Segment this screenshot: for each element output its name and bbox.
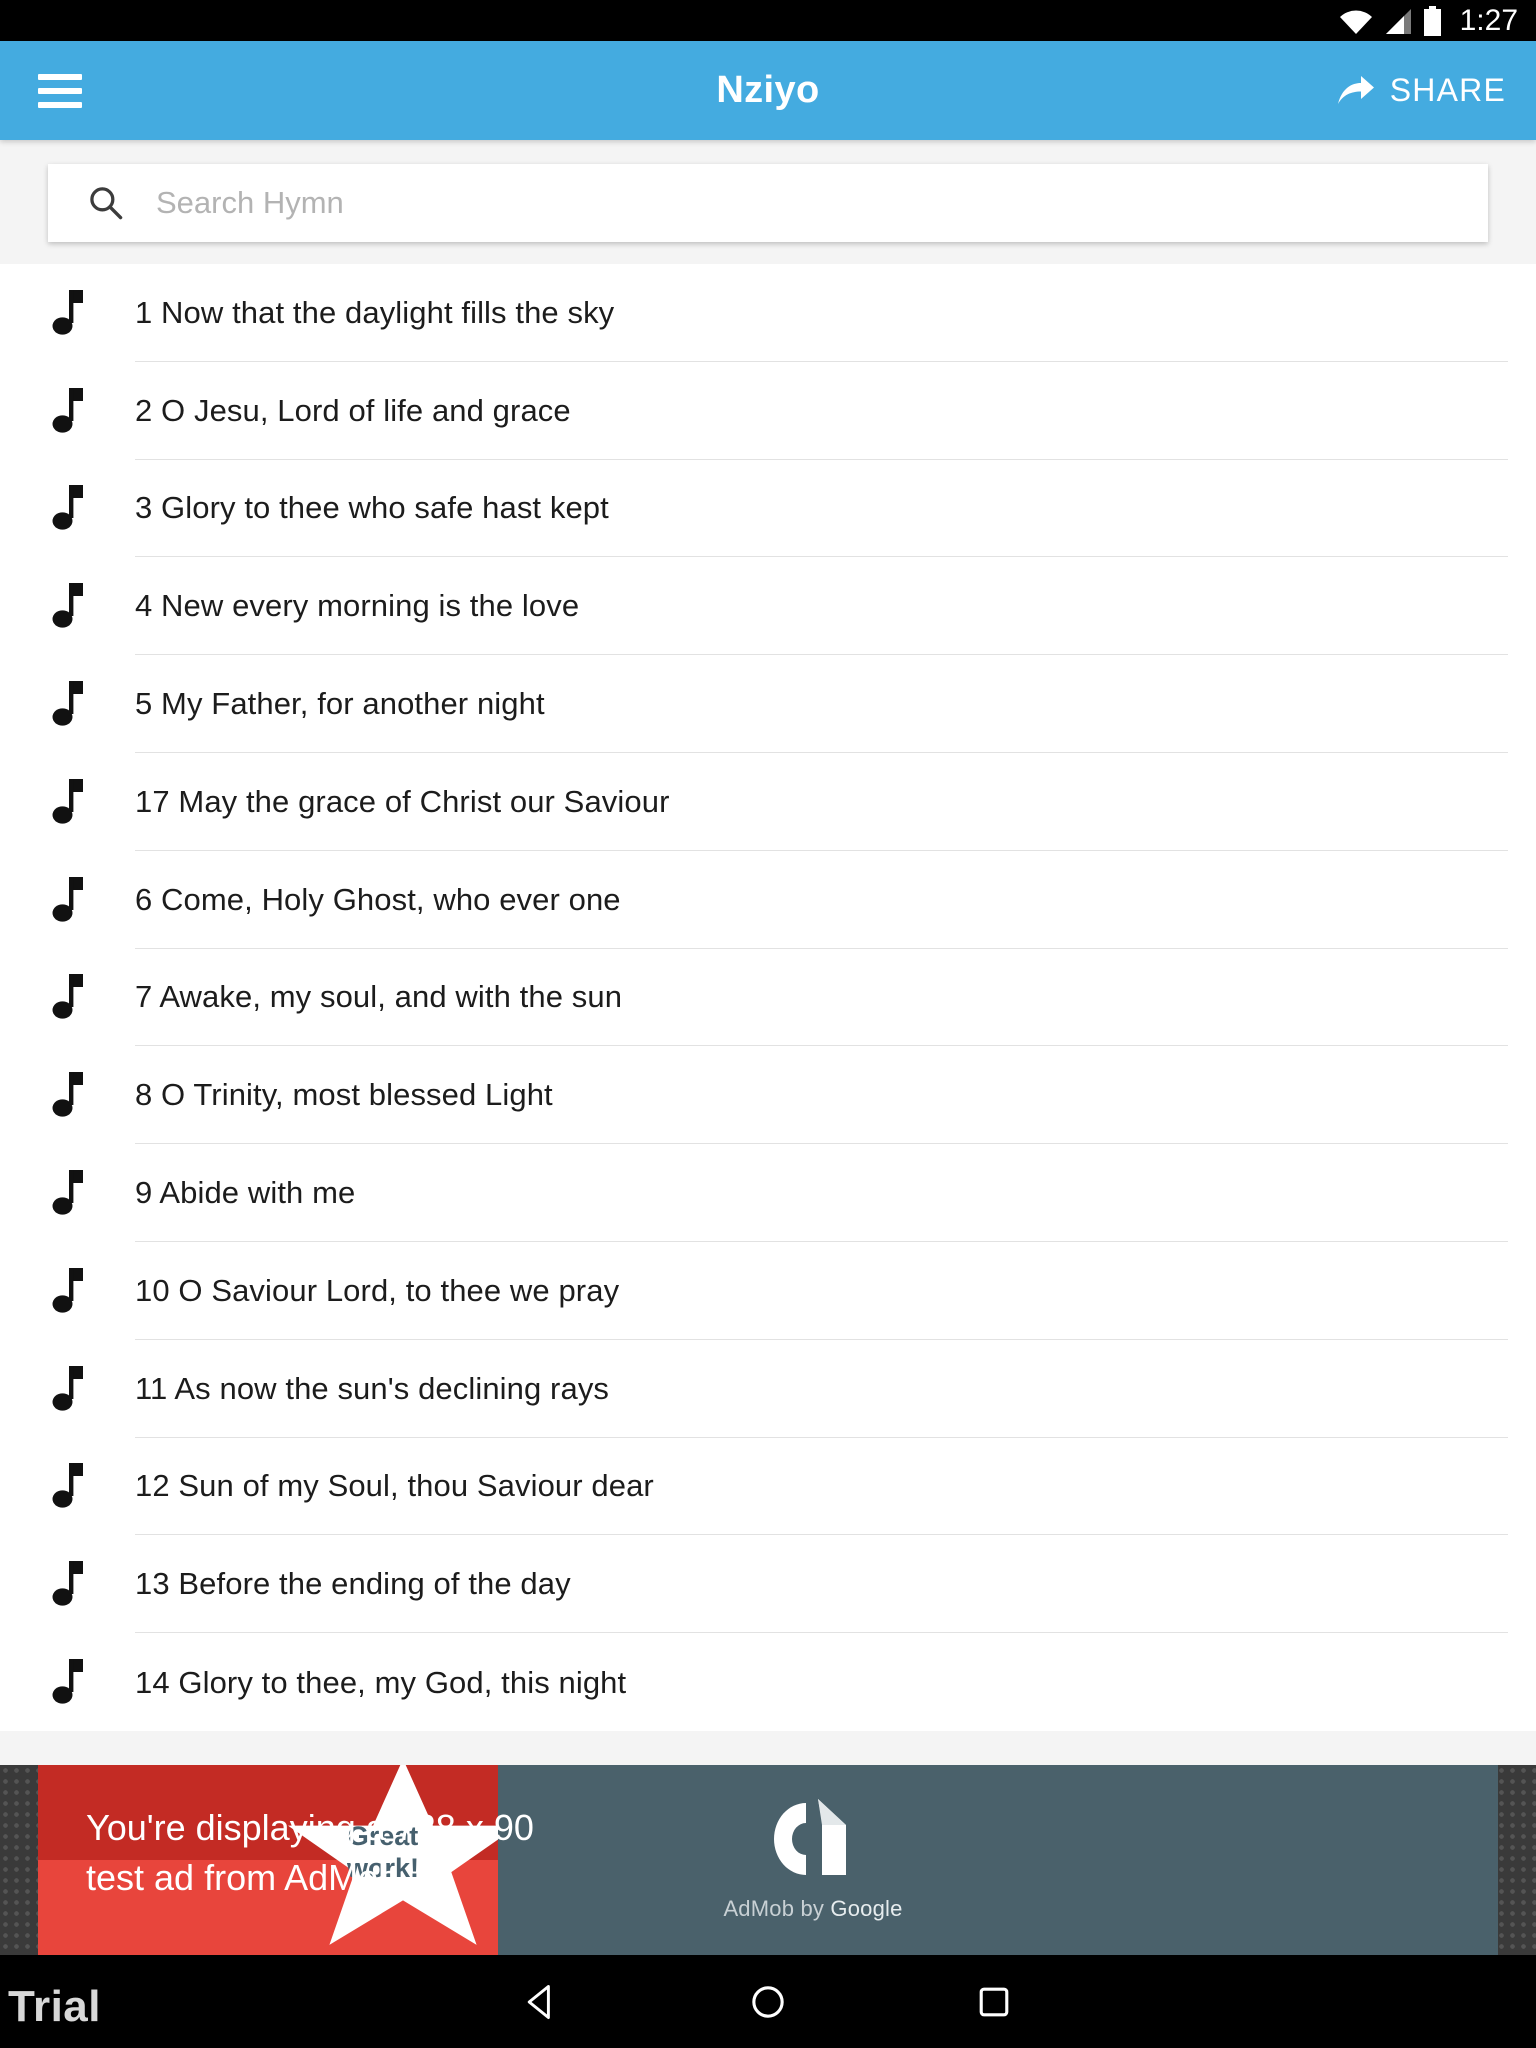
hymn-item-row-body: 5 My Father, for another night — [135, 655, 1508, 753]
share-label: SHARE — [1389, 72, 1506, 108]
hymn-item-row-body: 13 Before the ending of the day — [135, 1535, 1508, 1634]
hymn-item-row-body: 4 New every morning is the love — [135, 557, 1508, 656]
ad-banner[interactable]: Great work! You're displaying a 728 x 90… — [0, 1765, 1536, 1955]
hymn-title: 1 Now that the daylight fills the sky — [135, 294, 615, 330]
ad-content: Great work! You're displaying a 728 x 90… — [38, 1765, 1498, 1955]
status-icon-group: 1:27 — [1339, 3, 1518, 37]
music-note-icon — [0, 972, 135, 1022]
status-bar: 1:27 — [0, 0, 1536, 41]
hymn-list-item[interactable]: 12 Sun of my Soul, thou Saviour dear — [0, 1437, 1536, 1536]
admob-brand-prefix: AdMob by — [723, 1896, 831, 1921]
cellular-signal-icon — [1383, 7, 1413, 35]
app-bar: Nziyo SHARE — [0, 41, 1536, 140]
hymn-item-row-body: 12 Sun of my Soul, thou Saviour dear — [135, 1438, 1508, 1536]
music-note-icon — [0, 1364, 135, 1414]
hymn-list-item[interactable]: 2 O Jesu, Lord of life and grace — [0, 361, 1536, 460]
hymn-title: 14 Glory to thee, my God, this night — [135, 1664, 627, 1700]
hymn-item-row-body: 2 O Jesu, Lord of life and grace — [135, 362, 1508, 460]
status-time: 1:27 — [1459, 3, 1518, 37]
hymn-list-item[interactable]: 8 O Trinity, most blessed Light — [0, 1046, 1536, 1145]
home-circle-icon[interactable] — [745, 1979, 791, 2025]
hymn-list-item[interactable]: 10 O Saviour Lord, to thee we pray — [0, 1241, 1536, 1340]
hymn-item-row-body: 8 O Trinity, most blessed Light — [135, 1046, 1508, 1145]
hymn-title: 17 May the grace of Christ our Saviour — [135, 783, 670, 819]
hymn-list-item[interactable]: 1 Now that the daylight fills the sky — [0, 264, 1536, 362]
hymn-title: 11 As now the sun's declining rays — [135, 1370, 610, 1406]
hymn-list-item[interactable]: 7 Awake, my soul, and with the sun — [0, 948, 1536, 1047]
music-note-icon — [0, 1168, 135, 1218]
hymn-list-item[interactable]: 14 Glory to thee, my God, this night — [0, 1633, 1536, 1731]
admob-logo-icon — [770, 1799, 856, 1889]
content-area: 1 Now that the daylight fills the sky 2 O… — [0, 140, 1536, 1765]
ad-message-line-1: You're displaying a 728 x 90 — [86, 1807, 534, 1848]
hymn-list-item[interactable]: 9 Abide with me — [0, 1144, 1536, 1242]
search-container — [0, 140, 1536, 242]
hymn-item-row-body: 7 Awake, my soul, and with the sun — [135, 949, 1508, 1047]
music-note-icon — [0, 1657, 135, 1707]
hymn-list: 1 Now that the daylight fills the sky 2 O… — [0, 264, 1536, 1731]
share-button[interactable]: SHARE — [1326, 64, 1516, 117]
recents-square-icon[interactable] — [971, 1979, 1017, 2025]
hymn-list-item[interactable]: 4 New every morning is the love — [0, 557, 1536, 656]
hamburger-bar — [38, 73, 82, 80]
hymn-title: 10 O Saviour Lord, to thee we pray — [135, 1272, 620, 1308]
hymn-list-item[interactable]: 3 Glory to thee who safe hast kept — [0, 459, 1536, 558]
music-note-icon — [0, 777, 135, 827]
hymn-title: 7 Awake, my soul, and with the sun — [135, 979, 623, 1015]
admob-brand-block: AdMob by Google — [698, 1797, 928, 1922]
hymn-title: 2 O Jesu, Lord of life and grace — [135, 392, 571, 428]
search-input[interactable] — [156, 185, 1488, 221]
hymn-title: 12 Sun of my Soul, thou Saviour dear — [135, 1468, 654, 1504]
music-note-icon — [0, 1266, 135, 1316]
hamburger-bar — [38, 87, 82, 94]
hamburger-bar — [38, 101, 82, 108]
hymn-title: 13 Before the ending of the day — [135, 1566, 571, 1602]
music-note-icon — [0, 679, 135, 729]
hymn-title: 4 New every morning is the love — [135, 588, 580, 624]
hymn-title: 6 Come, Holy Ghost, who ever one — [135, 881, 621, 917]
hymn-list-item[interactable]: 5 My Father, for another night — [0, 655, 1536, 753]
hymn-title: 3 Glory to thee who safe hast kept — [135, 490, 609, 526]
hymn-title: 5 My Father, for another night — [135, 686, 545, 722]
hymn-item-row-body: 3 Glory to thee who safe hast kept — [135, 460, 1508, 558]
music-note-icon — [0, 483, 135, 533]
hymn-item-row-body: 11 As now the sun's declining rays — [135, 1340, 1508, 1438]
back-triangle-icon[interactable] — [519, 1979, 565, 2025]
ad-message-line-2: test ad from AdMob. — [86, 1856, 409, 1898]
system-navigation-bar — [0, 1955, 1536, 2048]
battery-icon — [1423, 5, 1442, 36]
hymn-item-row-body: 10 O Saviour Lord, to thee we pray — [135, 1242, 1508, 1340]
admob-brand-caption: AdMob by Google — [698, 1896, 928, 1922]
music-note-icon — [0, 875, 135, 925]
app-screen: 1:27 Nziyo SHARE Search Hymn 1 Now that … — [0, 0, 1536, 2048]
search-icon — [84, 181, 128, 225]
hymn-item-row-body: 6 Come, Holy Ghost, who ever one — [135, 851, 1508, 949]
hymn-item-row-body: 17 May the grace of Christ our Saviour — [135, 753, 1508, 851]
music-note-icon — [0, 288, 135, 338]
hymn-list-item[interactable]: 11 As now the sun's declining rays — [0, 1339, 1536, 1438]
hymn-title: 9 Abide with me — [135, 1175, 356, 1211]
hamburger-menu-icon[interactable] — [38, 73, 82, 108]
page-title: Nziyo — [716, 69, 820, 111]
admob-brand-suffix: Google — [830, 1896, 903, 1921]
hymn-item-row-body: 14 Glory to thee, my God, this night — [135, 1633, 1508, 1731]
music-note-icon — [0, 1461, 135, 1511]
hymn-list-item[interactable]: 6 Come, Holy Ghost, who ever one — [0, 850, 1536, 949]
hymn-item-row-body: 1 Now that the daylight fills the sky — [135, 264, 1508, 362]
hymn-list-item[interactable]: 17 May the grace of Christ our Saviour — [0, 752, 1536, 851]
ad-message-panel — [498, 1765, 1498, 1955]
share-arrow-icon — [1336, 74, 1376, 108]
hymn-title: 8 O Trinity, most blessed Light — [135, 1077, 553, 1113]
wifi-icon — [1339, 7, 1373, 35]
hymn-list-item[interactable]: 13 Before the ending of the day — [0, 1535, 1536, 1634]
ad-message-text: You're displaying a 728 x 90 test ad fro… — [86, 1803, 646, 1902]
hymn-item-row-body: 9 Abide with me — [135, 1144, 1508, 1242]
search-card[interactable] — [48, 164, 1488, 242]
music-note-icon — [0, 386, 135, 436]
music-note-icon — [0, 1559, 135, 1609]
music-note-icon — [0, 1070, 135, 1120]
music-note-icon — [0, 581, 135, 631]
